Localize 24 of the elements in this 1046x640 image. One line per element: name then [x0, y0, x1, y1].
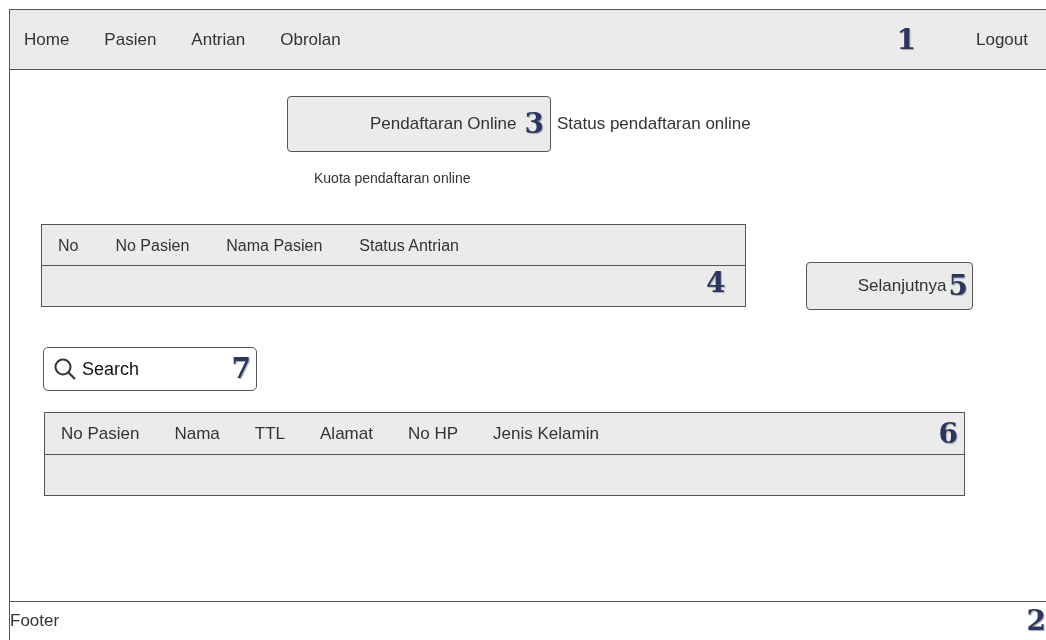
column-header: No Pasien	[61, 423, 140, 444]
column-header: Nama Pasien	[226, 237, 323, 255]
nav-link[interactable]: Obrolan	[280, 29, 341, 50]
column-header: Alamat	[320, 423, 373, 444]
nav-link[interactable]: Antrian	[191, 29, 246, 50]
nav-link[interactable]: Home	[24, 29, 70, 50]
nav-link[interactable]: Pasien	[104, 29, 157, 50]
column-header: Jenis Kelamin	[493, 423, 599, 444]
column-header: Nama	[174, 423, 220, 444]
column-header: No HP	[407, 423, 459, 444]
marker-number: 4	[706, 269, 726, 297]
column-header: Status Antrian	[359, 237, 459, 255]
column-header: TTL	[254, 423, 286, 444]
registration-button[interactable]: Pendaftaran Online 3	[287, 96, 551, 152]
column-header: No Pasien	[115, 237, 190, 255]
status-text: Status pendaftaran online	[557, 114, 751, 134]
logout-link[interactable]: Logout	[976, 29, 1028, 50]
footer-text: Footer	[10, 611, 60, 631]
marker-number: 1	[896, 25, 916, 54]
marker-number: 7	[231, 355, 251, 383]
column-header: No	[58, 237, 79, 255]
marker-number: 2	[1026, 607, 1046, 635]
marker-number: 6	[938, 419, 958, 448]
quota-text: Kuota pendaftaran online	[314, 170, 472, 186]
